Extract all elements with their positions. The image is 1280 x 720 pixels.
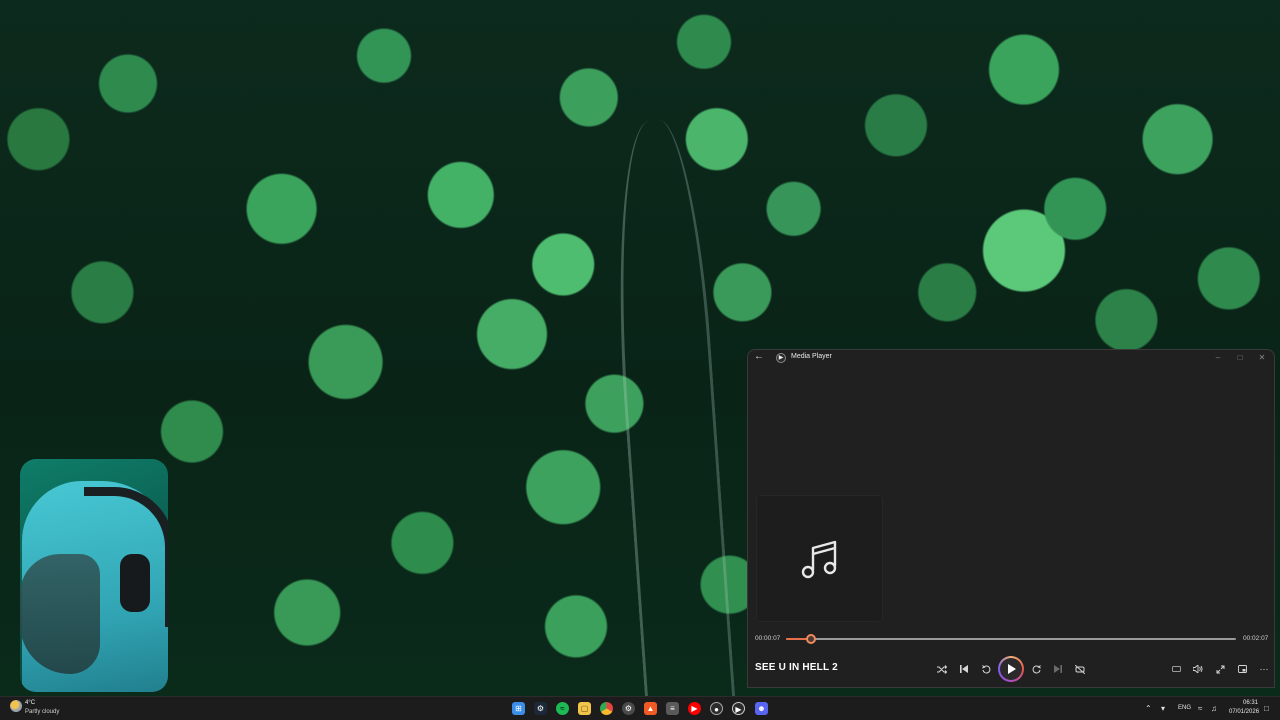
play-icon [1007, 664, 1016, 674]
play-button[interactable] [998, 656, 1024, 682]
repeat-button[interactable] [1070, 659, 1090, 679]
microphone-icon[interactable]: ▾ [1161, 704, 1165, 713]
steam-icon[interactable]: ⚙ [534, 702, 547, 715]
previous-button[interactable] [954, 659, 974, 679]
weather-description[interactable]: Partly cloudy [25, 709, 59, 715]
shuffle-icon [937, 664, 947, 674]
previous-icon [960, 665, 968, 673]
close-icon[interactable]: ✕ [1252, 352, 1272, 364]
taskbar: 4°C Partly cloudy ⊞ ⚙ ≈ ▢ ⚙ ▲ ≡ ▶ ● ▶ ☻ … [0, 696, 1280, 720]
song-title: SEE U IN HELL 2 [755, 662, 838, 673]
speaker-icon[interactable]: ♫ [1211, 704, 1217, 713]
weather-temperature[interactable]: 4°C [25, 700, 35, 706]
fullscreen-button[interactable] [1210, 659, 1230, 679]
back-arrow-icon[interactable]: ← [754, 351, 768, 365]
skip-back-button[interactable] [976, 659, 996, 679]
title-bar: ← ▶ Media Player – □ ✕ [748, 350, 1274, 366]
more-options-icon: ⋯ [1259, 663, 1269, 674]
settings-icon[interactable]: ⚙ [622, 702, 635, 715]
captions-button[interactable] [1166, 659, 1186, 679]
shuffle-button[interactable] [932, 659, 952, 679]
weather-partly-cloudy-icon[interactable] [10, 700, 22, 712]
skip-forward-30-icon [1032, 664, 1041, 673]
mini-player-icon [1171, 666, 1181, 672]
start-icon[interactable]: ⊞ [512, 702, 525, 715]
album-art [756, 495, 883, 622]
music-note-icon [801, 540, 837, 579]
clock-time[interactable]: 06:31 [1243, 700, 1258, 706]
media-player-icon[interactable]: ▶ [732, 702, 745, 715]
more-options-button[interactable]: ⋯ [1254, 659, 1274, 679]
spotify-icon[interactable]: ≈ [556, 702, 569, 715]
notification-icon[interactable]: □ [1264, 704, 1269, 713]
fullscreen-icon [1216, 665, 1224, 673]
discord-icon[interactable]: ☻ [755, 702, 768, 715]
webcam-headphone-cup [120, 554, 150, 612]
seek-thumb[interactable] [805, 634, 816, 644]
calculator-icon[interactable]: ≡ [666, 702, 679, 715]
volume-icon [1193, 665, 1203, 673]
webcam-overlay [20, 459, 168, 692]
repeat-off-icon [1075, 664, 1085, 674]
clock-date[interactable]: 07/01/2026 [1229, 709, 1259, 715]
media-player-window: ← ▶ Media Player – □ ✕ 00:00:07 00:02:07… [747, 349, 1275, 688]
maximize-icon[interactable]: □ [1230, 352, 1250, 364]
minimize-icon[interactable]: – [1208, 352, 1228, 364]
seek-bar[interactable] [786, 634, 1236, 644]
elapsed-time: 00:00:07 [755, 635, 781, 642]
github-icon[interactable]: ● [710, 702, 723, 715]
media-player-app-icon: ▶ [776, 353, 786, 363]
show-hidden-icons-chevron-icon[interactable]: ⌃ [1145, 704, 1152, 713]
mini-player-button[interactable] [1232, 659, 1252, 679]
skip-back-10-icon [981, 664, 990, 673]
picture-in-picture-icon [1237, 665, 1247, 673]
forest-trail [604, 117, 736, 696]
youtube-icon[interactable]: ▶ [688, 702, 701, 715]
next-icon [1054, 665, 1062, 673]
total-duration: 00:02:07 [1243, 635, 1269, 642]
file-explorer-icon[interactable]: ▢ [578, 702, 591, 715]
wifi-icon[interactable]: ≈ [1198, 704, 1202, 713]
language-indicator[interactable]: ENG [1178, 705, 1191, 711]
volume-button[interactable] [1188, 659, 1208, 679]
play-button-inner [1000, 658, 1022, 680]
brave-icon[interactable]: ▲ [644, 702, 657, 715]
window-title: Media Player [791, 353, 832, 360]
next-button[interactable] [1048, 659, 1068, 679]
skip-forward-button[interactable] [1026, 659, 1046, 679]
chrome-icon[interactable] [600, 702, 613, 715]
